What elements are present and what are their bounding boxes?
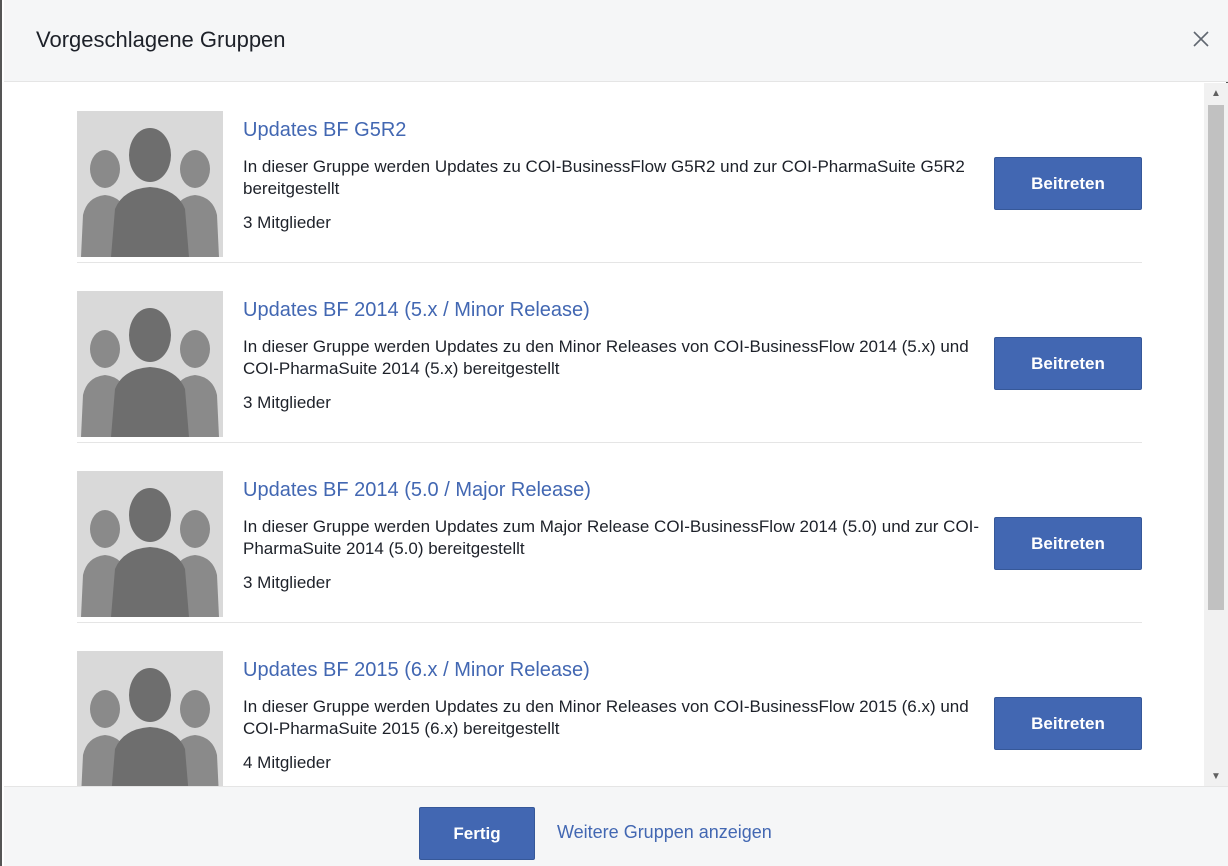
group-name-link[interactable]: Updates BF G5R2 bbox=[243, 119, 406, 142]
scroll-down-icon[interactable]: ▼ bbox=[1204, 766, 1228, 786]
group-avatar bbox=[77, 111, 223, 257]
group-name-link[interactable]: Updates BF 2014 (5.x / Minor Release) bbox=[243, 299, 590, 322]
group-name-link[interactable]: Updates BF 2015 (6.x / Minor Release) bbox=[243, 659, 590, 682]
groups-list: Updates BF G5R2 In dieser Gruppe werden … bbox=[4, 83, 1228, 786]
group-item: Updates BF 2014 (5.x / Minor Release) In… bbox=[77, 263, 1142, 443]
suggested-groups-dialog: Vorgeschlagene Gruppen Updates BF G5R2 I… bbox=[0, 0, 1228, 866]
group-avatar bbox=[77, 471, 223, 617]
scroll-up-icon[interactable]: ▲ bbox=[1204, 83, 1228, 103]
join-group-button[interactable]: Beitreten bbox=[994, 517, 1142, 570]
group-item: Updates BF 2015 (6.x / Minor Release) In… bbox=[77, 623, 1142, 786]
group-avatar bbox=[77, 651, 223, 786]
group-description: In dieser Gruppe werden Updates zu den M… bbox=[243, 697, 969, 738]
group-member-count: 3 Mitglieder bbox=[243, 393, 331, 412]
done-button[interactable]: Fertig bbox=[419, 807, 535, 860]
dialog-footer: Fertig Weitere Gruppen anzeigen bbox=[4, 786, 1228, 866]
dialog-title: Vorgeschlagene Gruppen bbox=[36, 27, 286, 52]
group-member-count: 4 Mitglieder bbox=[243, 753, 331, 772]
dialog-header: Vorgeschlagene Gruppen bbox=[4, 0, 1228, 82]
group-description: In dieser Gruppe werden Updates zum Majo… bbox=[243, 517, 980, 558]
group-description: In dieser Gruppe werden Updates zu den M… bbox=[243, 337, 969, 378]
group-member-count: 3 Mitglieder bbox=[243, 573, 331, 592]
show-more-groups-link[interactable]: Weitere Gruppen anzeigen bbox=[557, 822, 772, 843]
scrollbar-thumb[interactable] bbox=[1208, 105, 1224, 610]
group-member-count: 3 Mitglieder bbox=[243, 213, 331, 232]
join-group-button[interactable]: Beitreten bbox=[994, 157, 1142, 210]
group-name-link[interactable]: Updates BF 2014 (5.0 / Major Release) bbox=[243, 479, 591, 502]
group-item: Updates BF G5R2 In dieser Gruppe werden … bbox=[77, 83, 1142, 263]
close-icon[interactable] bbox=[1184, 22, 1218, 56]
join-group-button[interactable]: Beitreten bbox=[994, 697, 1142, 750]
group-item: Updates BF 2014 (5.0 / Major Release) In… bbox=[77, 443, 1142, 623]
vertical-scrollbar[interactable]: ▲ ▼ bbox=[1204, 83, 1228, 786]
join-group-button[interactable]: Beitreten bbox=[994, 337, 1142, 390]
group-avatar bbox=[77, 291, 223, 437]
group-description: In dieser Gruppe werden Updates zu COI-B… bbox=[243, 157, 965, 198]
